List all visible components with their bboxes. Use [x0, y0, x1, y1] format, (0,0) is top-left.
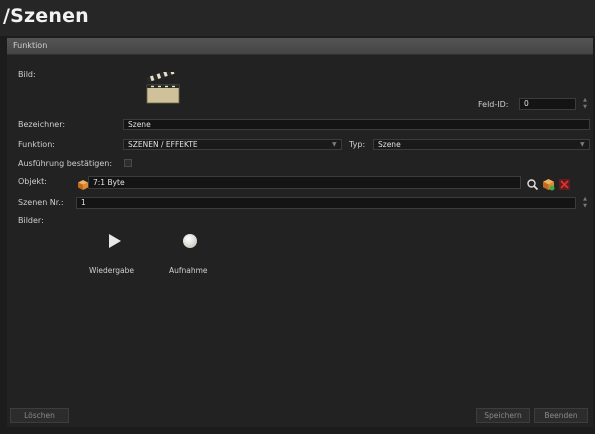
scene-image[interactable]: [145, 68, 181, 104]
funktion-chevron-down-icon[interactable]: ▼: [332, 141, 337, 148]
feld-id-spinner[interactable]: ▲ ▼: [580, 97, 590, 111]
search-icon[interactable]: [526, 176, 539, 191]
play-icon: [108, 233, 122, 249]
clear-object-icon[interactable]: [558, 176, 571, 190]
feld-id-input[interactable]: 0: [519, 98, 576, 110]
object-picker-icon[interactable]: [542, 176, 555, 191]
quit-button[interactable]: Beenden: [534, 408, 588, 423]
typ-label: Typ:: [349, 140, 366, 149]
page-title: /Szenen: [3, 5, 89, 27]
szenen-nr-spinner[interactable]: ▲ ▼: [580, 196, 590, 210]
section-header: Funktion: [7, 38, 593, 55]
title-bar: /Szenen: [0, 0, 595, 36]
bild-label: Bild:: [18, 70, 36, 79]
objekt-input[interactable]: 7:1 Byte: [88, 176, 521, 189]
bezeichner-label: Bezeichner:: [18, 120, 66, 129]
szenen-nr-input[interactable]: 1: [76, 197, 576, 209]
funktion-label: Funktion:: [18, 140, 55, 149]
ausfuehrung-label: Ausführung bestätigen:: [18, 159, 113, 168]
bilder-label: Bilder:: [18, 216, 44, 225]
bilder-item-label: Wiedergabe: [89, 266, 135, 275]
delete-button[interactable]: Löschen: [10, 408, 69, 423]
feld-id-label: Feld-ID:: [478, 100, 509, 109]
objekt-label: Objekt:: [18, 177, 47, 186]
save-button[interactable]: Speichern: [476, 408, 530, 423]
typ-chevron-down-icon[interactable]: ▼: [580, 141, 585, 148]
szenen-nr-label: Szenen Nr.:: [18, 198, 64, 207]
funktion-select[interactable]: SZENEN / EFFEKTE: [123, 139, 342, 150]
section-header-label: Funktion: [13, 41, 48, 50]
typ-select[interactable]: Szene: [373, 139, 590, 150]
form-panel: Bild: Feld-ID: 0 ▲ ▼ Bezeichner: Szene Fu…: [7, 55, 593, 427]
ausfuehrung-checkbox[interactable]: [124, 159, 132, 167]
bilder-item-label: Aufnahme: [169, 266, 208, 275]
record-icon: [182, 233, 198, 249]
bezeichner-input[interactable]: Szene: [123, 119, 590, 130]
clapperboard-icon: [146, 68, 180, 104]
